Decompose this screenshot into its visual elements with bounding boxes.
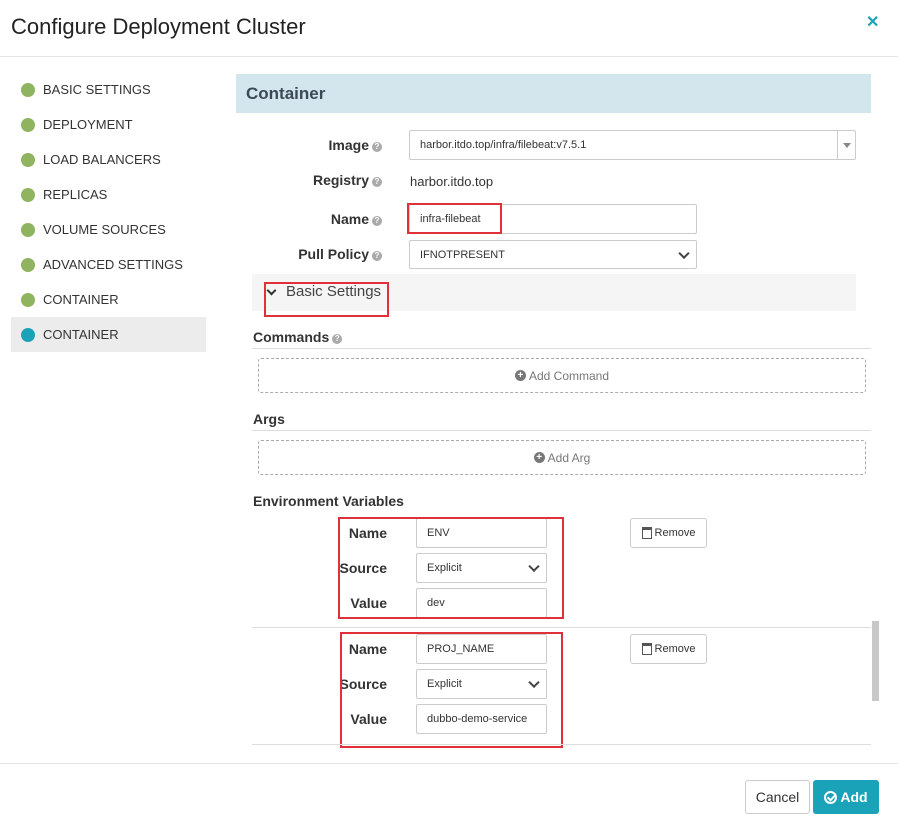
pull-policy-value: IFNOTPRESENT: [420, 248, 505, 261]
help-icon[interactable]: ?: [332, 334, 343, 344]
section-title: Container: [246, 84, 326, 103]
help-icon[interactable]: ?: [372, 142, 382, 152]
sidebar-item-container-active[interactable]: CONTAINER: [11, 317, 206, 352]
container-panel: Container Image? harbor.itdo.top/infra/f…: [236, 74, 871, 764]
sidebar-item-label: BASIC SETTINGS: [43, 82, 151, 97]
image-select[interactable]: harbor.itdo.top/infra/filebeat:v7.5.1: [409, 130, 856, 160]
sidebar-item-label: DEPLOYMENT: [43, 117, 133, 132]
help-icon[interactable]: ?: [372, 251, 382, 261]
sidebar-item-label: VOLUME SOURCES: [43, 222, 166, 237]
add-arg-button[interactable]: + Add Arg: [258, 440, 866, 475]
status-dot-icon: [21, 82, 35, 97]
status-dot-icon: [21, 292, 35, 307]
divider: [252, 744, 871, 745]
remove-button[interactable]: Remove: [630, 634, 707, 664]
environment-variables-label: Environment Variables: [253, 493, 404, 509]
args-label: Args: [253, 411, 285, 427]
sidebar-item-label: REPLICAS: [43, 187, 108, 202]
commands-label-text: Commands: [253, 329, 330, 345]
help-icon[interactable]: ?: [372, 216, 382, 226]
add-command-label: Add Command: [528, 368, 610, 383]
status-dot-icon: [21, 257, 35, 272]
section-header: Container: [236, 74, 871, 113]
status-dot-icon: [21, 152, 35, 167]
divider: [252, 627, 871, 628]
sidebar-item-container[interactable]: CONTAINER: [11, 282, 206, 317]
remove-button[interactable]: Remove: [630, 518, 707, 548]
modal-header: Configure Deployment Cluster ✕: [0, 0, 898, 57]
sidebar-item-deployment[interactable]: DEPLOYMENT: [11, 107, 206, 142]
check-circle-icon: [824, 790, 838, 804]
highlight-box: [407, 203, 502, 234]
divider: [252, 348, 871, 349]
remove-label: Remove: [654, 527, 696, 539]
wizard-sidebar: BASIC SETTINGS DEPLOYMENT LOAD BALANCERS…: [11, 72, 206, 352]
status-dot-icon: [21, 117, 35, 132]
add-button-label: Add: [840, 789, 868, 805]
cancel-button[interactable]: Cancel: [745, 780, 810, 814]
pull-policy-select[interactable]: IFNOTPRESENT: [409, 240, 697, 269]
commands-label: Commands?: [253, 329, 343, 345]
sidebar-item-label: LOAD BALANCERS: [43, 152, 161, 167]
add-button[interactable]: Add: [813, 780, 879, 814]
pull-policy-label: Pull Policy?: [276, 246, 382, 262]
dropdown-arrow-icon[interactable]: [837, 131, 855, 159]
sidebar-item-load-balancers[interactable]: LOAD BALANCERS: [11, 142, 206, 177]
sidebar-item-label: ADVANCED SETTINGS: [43, 257, 183, 272]
sidebar-item-advanced-settings[interactable]: ADVANCED SETTINGS: [11, 247, 206, 282]
highlight-box: [340, 632, 563, 748]
plus-circle-icon: +: [514, 370, 526, 381]
name-label-text: Name: [330, 211, 369, 227]
image-label-text: Image: [328, 137, 369, 153]
modal-title: Configure Deployment Cluster: [11, 14, 306, 39]
sidebar-item-replicas[interactable]: REPLICAS: [11, 177, 206, 212]
remove-label: Remove: [654, 643, 696, 655]
status-dot-icon: [21, 222, 35, 237]
registry-label-text: Registry: [312, 172, 369, 188]
plus-circle-icon: +: [533, 452, 545, 463]
close-icon[interactable]: ✕: [866, 12, 879, 32]
chevron-down-icon: [678, 247, 690, 259]
registry-value: harbor.itdo.top: [410, 174, 494, 189]
add-command-button[interactable]: + Add Command: [258, 358, 866, 393]
name-label: Name?: [296, 211, 382, 227]
scrollbar-thumb[interactable]: [872, 621, 879, 701]
highlight-box: [264, 282, 389, 317]
sidebar-item-label: CONTAINER: [43, 292, 119, 307]
help-icon[interactable]: ?: [372, 177, 382, 187]
highlight-box: [338, 517, 564, 619]
registry-label: Registry?: [296, 172, 382, 188]
status-dot-icon: [21, 187, 35, 202]
image-value: harbor.itdo.top/infra/filebeat:v7.5.1: [420, 139, 587, 151]
pull-policy-label-text: Pull Policy: [298, 246, 369, 262]
divider: [252, 430, 871, 431]
sidebar-item-basic-settings[interactable]: BASIC SETTINGS: [11, 72, 206, 107]
status-dot-icon: [21, 327, 35, 342]
image-label: Image?: [296, 137, 382, 153]
trash-icon: [641, 527, 652, 539]
sidebar-item-label: CONTAINER: [43, 327, 119, 342]
trash-icon: [641, 643, 652, 655]
sidebar-item-volume-sources[interactable]: VOLUME SOURCES: [11, 212, 206, 247]
add-arg-label: Add Arg: [547, 450, 591, 465]
